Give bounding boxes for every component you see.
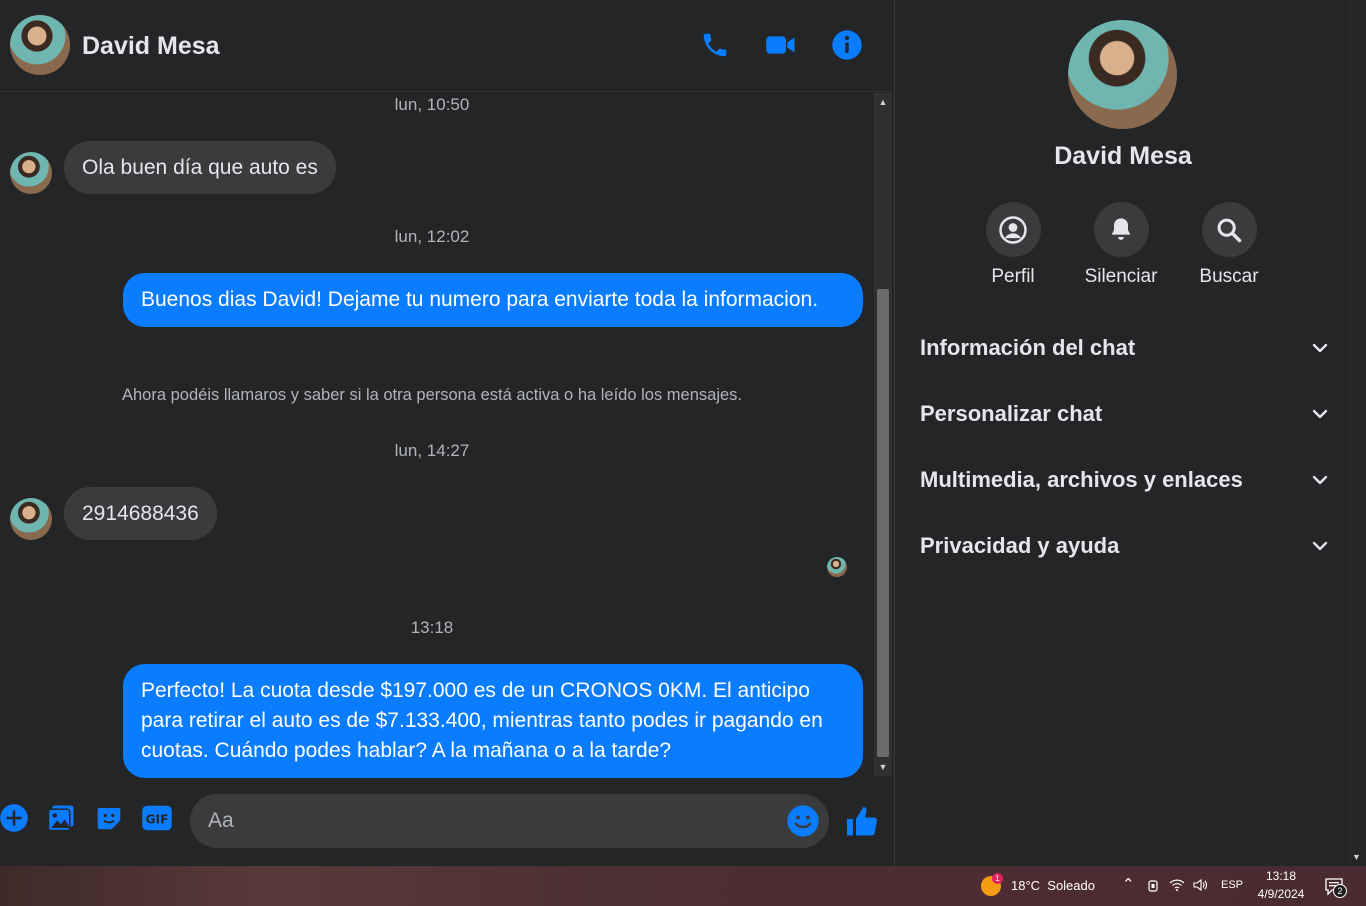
volume-icon[interactable]: [1192, 877, 1208, 898]
window-scrollbar[interactable]: [1350, 0, 1366, 866]
scroll-down-arrow[interactable]: ▼: [874, 760, 892, 774]
search-icon[interactable]: [1201, 202, 1257, 257]
video-call-icon[interactable]: [764, 28, 798, 62]
bell-icon[interactable]: [1093, 202, 1149, 257]
message-timestamp: lun, 12:02: [394, 227, 470, 246]
message-input-container[interactable]: [190, 794, 829, 848]
chat-header: David Mesa: [0, 0, 894, 92]
message-timestamp: 13:18: [410, 618, 454, 637]
profile-icon[interactable]: [985, 202, 1041, 257]
sticker-icon[interactable]: [93, 802, 125, 834]
notification-count: 2: [1333, 884, 1347, 898]
chevron-down-icon: [1312, 541, 1328, 551]
search-action[interactable]: Buscar: [1174, 202, 1284, 288]
profile-action-label: Perfil: [991, 266, 1035, 287]
device-icon[interactable]: [1146, 878, 1160, 899]
incoming-message[interactable]: Ola buen día que auto es: [64, 141, 336, 194]
message-timestamp: lun, 10:50: [394, 95, 470, 114]
seen-indicator-avatar: [827, 557, 847, 577]
system-notice: Ahora podéis llamaros y saber si la otra…: [122, 386, 742, 404]
clock-time[interactable]: 13:18: [1258, 869, 1304, 883]
message-timestamp: lun, 14:27: [394, 441, 470, 460]
gif-icon[interactable]: GIF: [141, 802, 173, 834]
incoming-message[interactable]: 2914688436: [64, 487, 217, 540]
section-label: Información del chat: [920, 335, 1136, 360]
section-media-files-links[interactable]: Multimedia, archivos y enlaces: [920, 460, 1330, 500]
chevron-down-icon: [1312, 343, 1328, 353]
outgoing-message[interactable]: Perfecto! La cuota desde $197.000 es de …: [123, 664, 863, 778]
wifi-icon[interactable]: [1169, 878, 1185, 897]
contact-avatar[interactable]: [10, 15, 70, 75]
chat-scrollbar[interactable]: ▲ ▼: [874, 93, 892, 776]
windows-taskbar: 1 18°C Soleado ⌃ ESP 13:18 4/9/2024 2: [0, 866, 1366, 906]
language-indicator[interactable]: ESP: [1221, 879, 1243, 891]
message-composer: GIF: [0, 782, 894, 866]
messenger-app: David Mesa lun, 10:50 Ola buen día que a…: [0, 0, 1366, 866]
phone-call-icon[interactable]: [698, 28, 732, 62]
section-label: Personalizar chat: [920, 401, 1103, 426]
profile-action[interactable]: Perfil: [958, 202, 1068, 288]
chevron-down-icon: [1312, 409, 1328, 419]
outgoing-message[interactable]: Buenos dias David! Dejame tu numero para…: [123, 273, 863, 327]
weather-text[interactable]: 18°C Soleado: [1011, 878, 1095, 893]
section-customize-chat[interactable]: Personalizar chat: [920, 394, 1330, 434]
sender-avatar[interactable]: [10, 498, 52, 540]
section-chat-info[interactable]: Información del chat: [920, 328, 1330, 368]
scrollbar-thumb[interactable]: [877, 289, 889, 757]
clock-date[interactable]: 4/9/2024: [1254, 887, 1308, 901]
section-privacy-help[interactable]: Privacidad y ayuda: [920, 526, 1330, 566]
message-list: lun, 10:50 Ola buen día que auto es lun,…: [0, 92, 874, 782]
thumbs-up-icon[interactable]: [844, 804, 880, 840]
search-action-label: Buscar: [1199, 266, 1259, 287]
chevron-down-icon: [1312, 475, 1328, 485]
info-icon[interactable]: [830, 28, 864, 62]
mute-action[interactable]: Silenciar: [1066, 202, 1176, 288]
info-contact-name: David Mesa: [1054, 142, 1192, 170]
conversation-info-panel: David Mesa Perfil Silenciar Buscar Infor…: [894, 0, 1350, 866]
add-more-icon[interactable]: [0, 802, 30, 834]
mute-action-label: Silenciar: [1084, 266, 1158, 287]
window-scroll-down-arrow[interactable]: ▼: [1352, 852, 1361, 862]
emoji-icon[interactable]: [786, 804, 820, 838]
message-input[interactable]: [208, 794, 778, 848]
chevron-up-icon[interactable]: ⌃: [1122, 875, 1135, 893]
contact-profile-photo[interactable]: [1068, 20, 1177, 129]
chat-panel: David Mesa lun, 10:50 Ola buen día que a…: [0, 0, 894, 866]
sender-avatar[interactable]: [10, 152, 52, 194]
section-label: Privacidad y ayuda: [920, 533, 1120, 558]
contact-name[interactable]: David Mesa: [82, 32, 220, 61]
scroll-up-arrow[interactable]: ▲: [874, 95, 892, 109]
section-label: Multimedia, archivos y enlaces: [920, 467, 1243, 492]
photo-icon[interactable]: [45, 802, 77, 834]
weather-badge: 1: [992, 873, 1003, 884]
svg-text:GIF: GIF: [145, 813, 168, 827]
